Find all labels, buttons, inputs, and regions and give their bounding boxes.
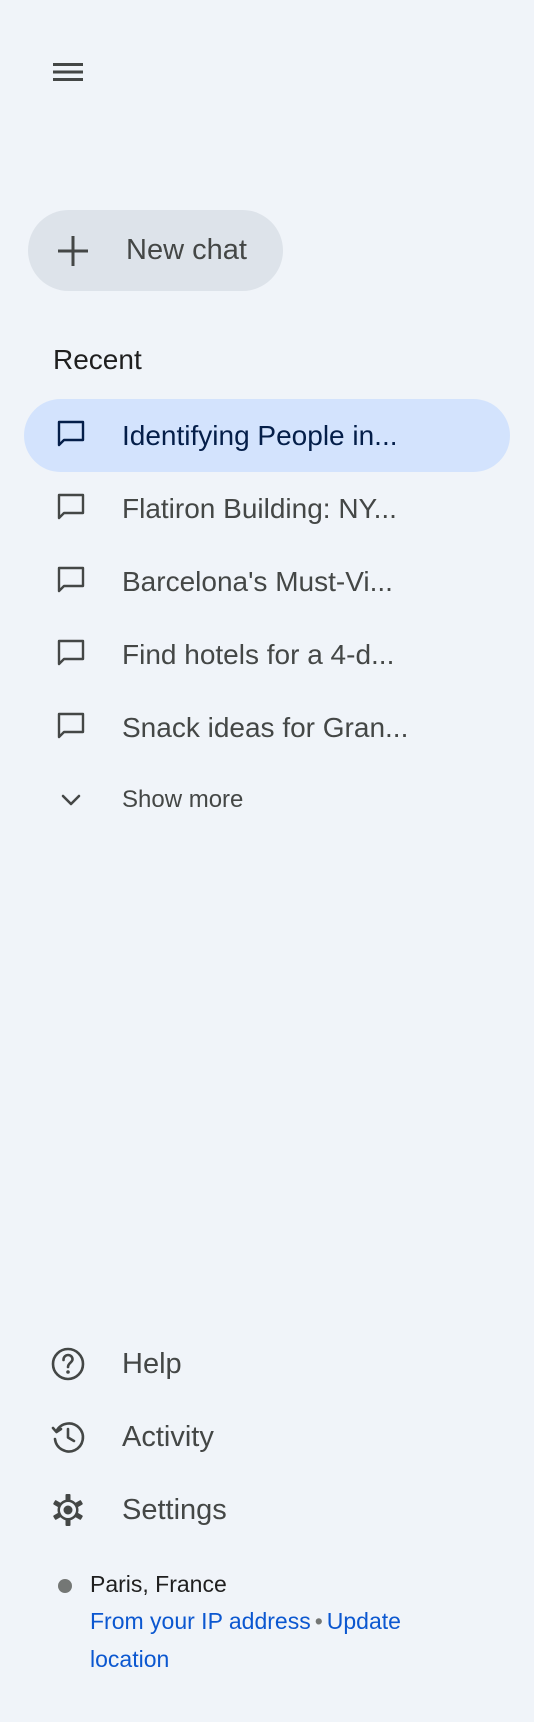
hamburger-menu-icon: [53, 63, 83, 81]
activity-button[interactable]: Activity: [24, 1401, 510, 1474]
recent-chat-item[interactable]: Identifying People in...: [24, 399, 510, 472]
recent-chat-item[interactable]: Flatiron Building: NY...: [24, 472, 510, 545]
location-separator: •: [314, 1608, 323, 1634]
recent-chat-item[interactable]: Find hotels for a 4-d...: [24, 618, 510, 691]
new-chat-label: New chat: [126, 234, 247, 266]
history-icon: [51, 1422, 85, 1453]
recent-chat-label: Identifying People in...: [122, 420, 398, 451]
plus-icon: [58, 236, 88, 266]
recent-chat-label: Barcelona's Must-Vi...: [122, 566, 393, 597]
recent-section-title: Recent: [53, 344, 142, 375]
ip-address-link[interactable]: From your IP address: [90, 1608, 311, 1634]
chat-bubble-icon: [57, 420, 85, 447]
recent-chat-label: Find hotels for a 4-d...: [122, 639, 395, 670]
new-chat-button[interactable]: New chat: [28, 210, 283, 291]
location-links: From your IP address • Update location: [90, 1602, 450, 1678]
recent-chat-item[interactable]: Barcelona's Must-Vi...: [24, 545, 510, 618]
sidebar-bottom-menu: Help Activity Settings: [24, 1328, 510, 1547]
recent-chats-list: Identifying People in... Flatiron Buildi…: [24, 399, 510, 764]
help-label: Help: [122, 1348, 182, 1380]
location-dot-icon: [58, 1579, 72, 1593]
help-icon: [51, 1347, 85, 1381]
chevron-down-icon: [61, 794, 81, 806]
show-more-label: Show more: [122, 786, 244, 813]
chat-bubble-icon: [57, 566, 85, 593]
recent-chat-item[interactable]: Snack ideas for Gran...: [24, 691, 510, 764]
chat-bubble-icon: [57, 639, 85, 666]
recent-chat-label: Flatiron Building: NY...: [122, 493, 397, 524]
settings-label: Settings: [122, 1494, 227, 1526]
show-more-button[interactable]: Show more: [24, 764, 324, 836]
chat-bubble-icon: [57, 712, 85, 739]
chat-bubble-icon: [57, 493, 85, 520]
settings-button[interactable]: Settings: [24, 1474, 510, 1547]
gear-icon: [53, 1494, 83, 1526]
activity-label: Activity: [122, 1421, 214, 1453]
recent-chat-label: Snack ideas for Gran...: [122, 712, 409, 743]
help-button[interactable]: Help: [24, 1328, 510, 1401]
main-menu-button[interactable]: [38, 42, 98, 102]
location-place: Paris, France: [90, 1571, 227, 1597]
